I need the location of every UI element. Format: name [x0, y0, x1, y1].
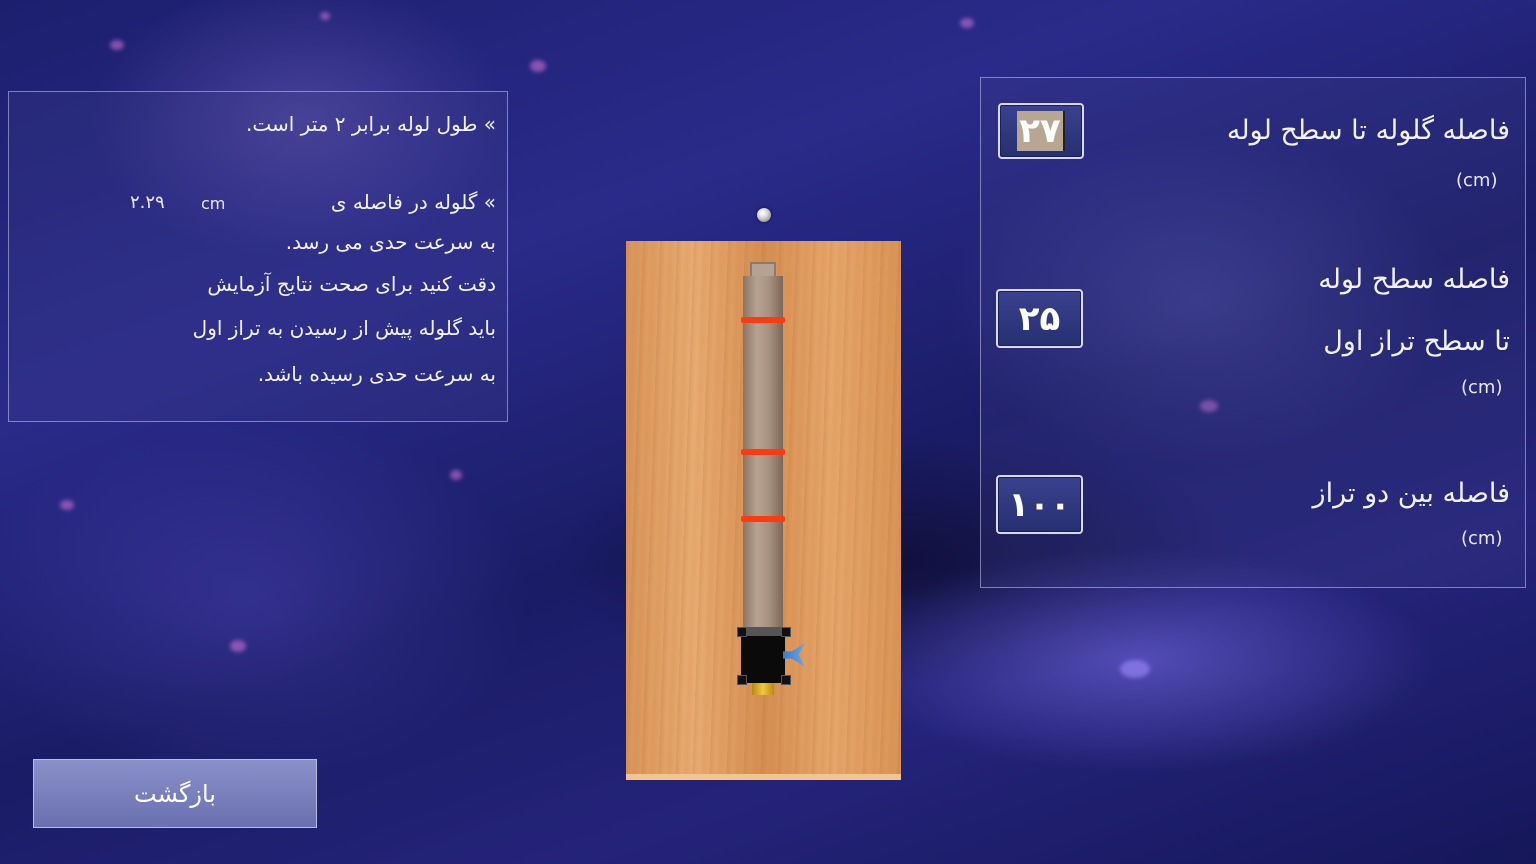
info-line: به سرعت حدی رسیده باشد.	[257, 362, 496, 386]
level-distance-unit: (cm)	[1461, 528, 1503, 549]
surface-distance-unit: (cm)	[1461, 377, 1503, 398]
background-speck	[450, 470, 462, 480]
tube-base-ring	[741, 627, 785, 636]
info-line: دقت کنید برای صحت نتایج آزمایش	[207, 272, 496, 296]
surface-distance-label-line2: تا سطح تراز اول	[1323, 326, 1510, 357]
background-speck	[530, 60, 546, 72]
level-mark-second	[741, 516, 785, 522]
tube-length-text: » طول لوله برابر ۲ متر است.	[245, 112, 496, 136]
level-distance-label: فاصله بین دو تراز	[1312, 478, 1510, 509]
bolt-icon	[737, 675, 747, 685]
ball-distance-label: فاصله گلوله تا سطح لوله	[1226, 115, 1510, 146]
background-speck	[230, 640, 246, 652]
level-mark-start	[741, 317, 785, 323]
back-button[interactable]: بازگشت	[33, 759, 317, 828]
background-speck	[110, 40, 124, 50]
steel-ball[interactable]	[757, 208, 771, 222]
info-line: باید گلوله پیش از رسیدن به تراز اول	[192, 316, 496, 340]
terminal-distance-unit: cm	[201, 194, 226, 213]
background-speck	[60, 500, 74, 510]
surface-distance-input[interactable]: ۲۵	[996, 289, 1083, 348]
ball-distance-input[interactable]: ۲۷	[998, 103, 1084, 159]
bolt-icon	[781, 675, 791, 685]
terminal-distance-prefix: » گلوله در فاصله ی	[330, 190, 496, 214]
info-line: به سرعت حدی می رسد.	[285, 230, 496, 254]
bolt-icon	[781, 627, 791, 637]
background-speck	[1120, 660, 1150, 678]
background-speck	[960, 18, 974, 28]
terminal-distance-value: ۲.۲۹	[130, 192, 165, 213]
level-mark-first	[741, 449, 785, 455]
bolt-icon	[737, 627, 747, 637]
background-speck	[320, 12, 330, 20]
surface-distance-label: فاصله سطح لوله	[1318, 264, 1510, 295]
drain-outlet	[752, 683, 774, 695]
level-distance-input[interactable]: ۱۰۰	[996, 475, 1083, 534]
ball-distance-unit: (cm)	[1456, 170, 1498, 191]
